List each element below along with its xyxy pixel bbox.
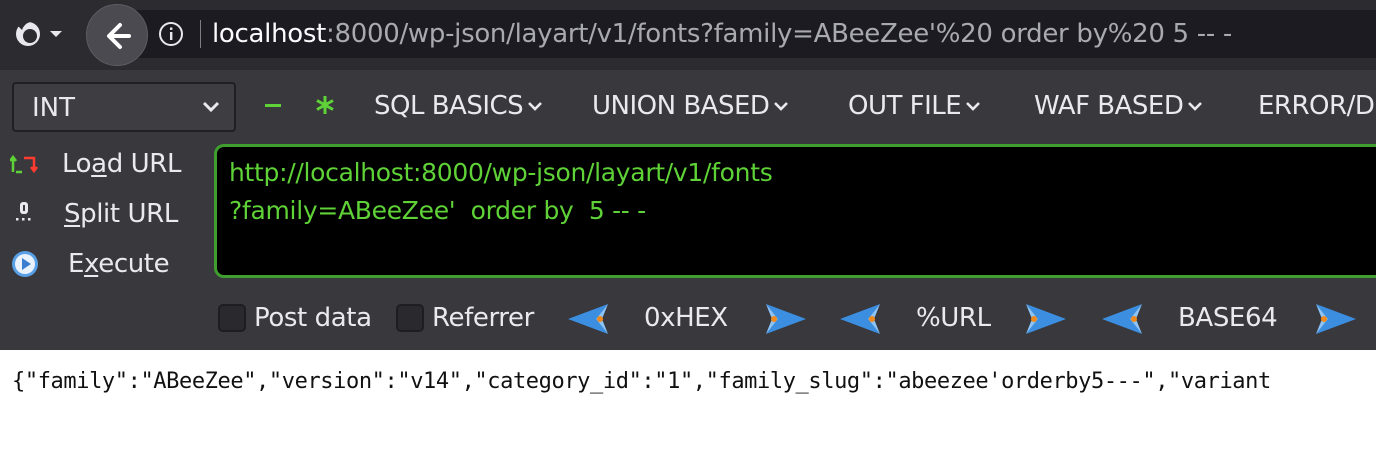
firefox-logo-icon <box>16 21 62 46</box>
split-url-accesskey: S <box>64 199 81 229</box>
menu-union-based-label: UNION BASED <box>592 91 770 121</box>
post-data-label: Post data <box>254 303 372 333</box>
execute-label-start: E <box>68 249 85 279</box>
url-textarea[interactable]: http://localhost:8000/wp-json/layart/v1/… <box>214 144 1376 278</box>
url-path: :8000/wp-json/layart/v1/fonts?family=ABe… <box>326 19 1232 49</box>
base64-decode-arrow-icon[interactable] <box>1100 302 1144 336</box>
response-body: {"family":"ABeeZee","version":"v14","cat… <box>12 369 1271 394</box>
chevron-down-icon <box>966 101 981 111</box>
chevron-down-icon <box>774 101 789 111</box>
referrer-checkbox-box[interactable] <box>396 304 424 332</box>
back-arrow-icon <box>107 23 131 49</box>
load-url-label-end: d URL <box>106 149 182 179</box>
load-url-accesskey: a <box>91 149 107 179</box>
menu-error-double-label: ERROR/D <box>1258 91 1375 121</box>
referrer-label: Referrer <box>432 303 534 333</box>
load-url-button[interactable]: Load URL <box>10 144 200 184</box>
url-text[interactable]: localhost:8000/wp-json/layart/v1/fonts?f… <box>212 16 1232 52</box>
execute-button[interactable]: Execute <box>10 244 200 284</box>
menu-error-double[interactable]: ERROR/D <box>1258 88 1375 124</box>
execute-label: Execute <box>68 244 170 284</box>
url-encoder-label: %URL <box>916 303 991 333</box>
load-url-icon <box>10 154 38 174</box>
referrer-checkbox[interactable]: Referrer <box>396 300 546 336</box>
load-url-label: Load URL <box>62 144 181 184</box>
menu-union-based[interactable]: UNION BASED <box>592 88 789 124</box>
back-button[interactable] <box>86 4 148 66</box>
url-separator <box>200 20 201 48</box>
injection-type-select[interactable]: INT <box>12 82 236 132</box>
menu-waf-based-label: WAF BASED <box>1034 91 1184 121</box>
chevron-down-icon <box>1188 101 1203 111</box>
execute-play-icon <box>12 251 38 277</box>
split-url-icon <box>16 202 31 221</box>
injection-type-value: INT <box>32 93 75 123</box>
url-line-path: http://localhost:8000/wp-json/layart/v1/… <box>229 158 773 187</box>
browser-toolbar: localhost:8000/wp-json/layart/v1/fonts?f… <box>0 0 1376 70</box>
hex-encode-arrow-icon[interactable] <box>764 302 808 336</box>
execute-label-end: ecute <box>98 249 170 279</box>
url-encode-arrow-icon[interactable] <box>1024 302 1068 336</box>
split-url-button[interactable]: Split URL <box>10 194 200 234</box>
split-url-label-end: plit URL <box>80 199 178 229</box>
load-url-label-start: Lo <box>62 149 92 179</box>
hackbar-panel: INT SQL BASICS UNION BASED OUT FILE WAF … <box>0 70 1376 350</box>
post-data-checkbox[interactable]: Post data <box>218 300 378 336</box>
execute-accesskey: x <box>84 249 99 279</box>
url-host: localhost <box>212 19 327 49</box>
menu-sql-basics-label: SQL BASICS <box>374 91 524 121</box>
menu-out-file[interactable]: OUT FILE <box>848 88 981 124</box>
browser-menu-button[interactable] <box>10 16 64 52</box>
url-bar[interactable]: localhost:8000/wp-json/layart/v1/fonts?f… <box>128 10 1376 58</box>
menu-sql-basics[interactable]: SQL BASICS <box>374 88 543 124</box>
menu-waf-based[interactable]: WAF BASED <box>1034 88 1203 124</box>
base64-encoder-label: BASE64 <box>1178 303 1278 333</box>
url-line-query: ?family=ABeeZee' order by 5 -- - <box>229 196 646 225</box>
menu-out-file-label: OUT FILE <box>848 91 962 121</box>
chevron-down-icon <box>202 101 220 113</box>
increment-icon[interactable] <box>314 94 336 116</box>
hex-decode-arrow-icon[interactable] <box>566 302 610 336</box>
chevron-down-icon <box>528 101 543 111</box>
split-url-label: Split URL <box>64 194 178 234</box>
post-data-checkbox-box[interactable] <box>218 304 246 332</box>
base64-encode-arrow-icon[interactable] <box>1314 302 1358 336</box>
url-decode-arrow-icon[interactable] <box>838 302 882 336</box>
hex-encoder-label: 0xHEX <box>644 303 728 333</box>
decrement-icon[interactable] <box>262 92 284 118</box>
info-icon[interactable] <box>158 21 184 47</box>
